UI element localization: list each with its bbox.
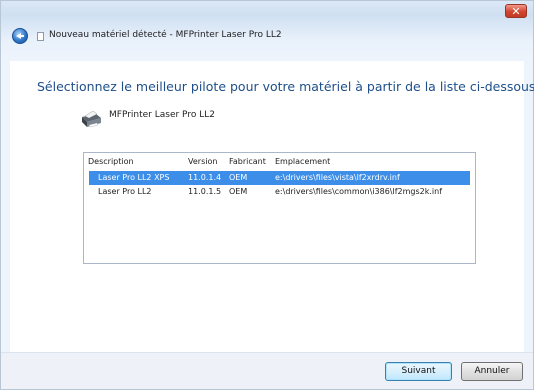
driver-row[interactable]: Laser Pro LL2 11.0.1.5 OEM e:\drivers\fi… xyxy=(89,185,470,199)
wizard-content: Sélectionnez le meilleur pilote pour vot… xyxy=(10,61,534,355)
column-header-fabricant[interactable]: Fabricant xyxy=(229,157,266,166)
back-arrow-icon[interactable] xyxy=(12,28,28,44)
column-header-description[interactable]: Description xyxy=(88,157,134,166)
list-header: Description Version Fabricant Emplacemen… xyxy=(84,153,475,169)
wizard-window: ✕ Nouveau matériel détecté - MFPrinter L… xyxy=(0,0,534,390)
close-icon: ✕ xyxy=(511,5,521,18)
title-bar: Nouveau matériel détecté - MFPrinter Las… xyxy=(9,27,523,53)
row-version: 11.0.1.5 xyxy=(188,187,222,196)
row-description: Laser Pro LL2 XPS xyxy=(98,173,170,182)
printer-icon xyxy=(82,110,101,128)
row-version: 11.0.1.4 xyxy=(188,173,222,182)
row-fabricant: OEM xyxy=(229,187,248,196)
close-button[interactable]: ✕ xyxy=(505,4,527,18)
driver-listbox[interactable]: Description Version Fabricant Emplacemen… xyxy=(83,152,476,264)
window-title: Nouveau matériel détecté - MFPrinter Las… xyxy=(49,30,282,40)
page-heading: Sélectionnez le meilleur pilote pour vot… xyxy=(37,79,534,94)
row-emplacement: e:\drivers\files\common\i386\lf2mgs2k.in… xyxy=(275,187,443,196)
hardware-wizard-icon xyxy=(37,32,44,41)
device-name: MFPrinter Laser Pro LL2 xyxy=(109,110,215,120)
row-fabricant: OEM xyxy=(229,173,248,182)
column-header-version[interactable]: Version xyxy=(188,157,217,166)
column-header-emplacement[interactable]: Emplacement xyxy=(275,157,330,166)
row-emplacement: e:\drivers\files\vista\lf2xrdrv.inf xyxy=(275,173,400,182)
next-button[interactable]: Suivant xyxy=(385,362,452,381)
button-bar: Suivant Annuler xyxy=(1,352,533,389)
driver-row-selected[interactable]: Laser Pro LL2 XPS 11.0.1.4 OEM e:\driver… xyxy=(89,171,470,185)
row-description: Laser Pro LL2 xyxy=(98,187,152,196)
cancel-button[interactable]: Annuler xyxy=(461,362,523,381)
